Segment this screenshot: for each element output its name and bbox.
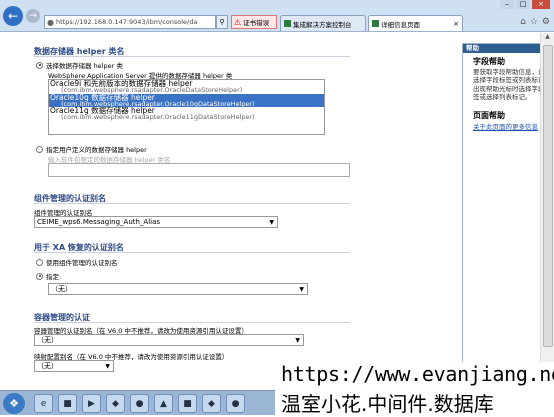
- tab-integrated-console[interactable]: 集成解决方案控制台: [280, 15, 366, 31]
- watermark-url: https://www.evanjiang.net: [281, 362, 554, 386]
- window-controls: – □ ×: [500, 0, 550, 9]
- cert-error-label: 证书错误: [243, 19, 270, 27]
- radio-button[interactable]: [36, 61, 43, 69]
- app-icon[interactable]: ◆: [202, 394, 221, 413]
- app-icon[interactable]: ●: [226, 394, 245, 413]
- select-value: CEIME_wps6.Messaging_Auth_Alias: [37, 218, 161, 226]
- app-icon[interactable]: ▲: [154, 394, 173, 413]
- explorer-icon[interactable]: ■: [58, 394, 77, 413]
- browser-titlebar: ← → ● https://192.168.0.147:9043/ibm/con…: [0, 0, 554, 32]
- watermark: https://www.evanjiang.net 温室小花.中间件.数据库: [275, 362, 554, 416]
- search-icon[interactable]: ⚲: [216, 15, 228, 29]
- main-content: 数据存储器 helper 类名 选择数据存储器 helper 类 WebSphe…: [28, 33, 350, 390]
- radio-button[interactable]: [36, 258, 43, 266]
- select-value: （无）: [51, 285, 72, 293]
- page-help-title: 页面帮助: [473, 111, 505, 121]
- maximize-icon[interactable]: □: [516, 0, 530, 9]
- tab-label: 详细信息页面: [381, 20, 420, 29]
- container-auth-select[interactable]: （无） ▼: [34, 334, 304, 346]
- home-icon[interactable]: ⌂: [520, 17, 526, 27]
- divider: [34, 203, 350, 204]
- scroll-thumb[interactable]: [543, 45, 553, 347]
- field-help-line: 选择字段标签或列表标记: [473, 76, 545, 85]
- field-help-line: 要获取字段帮助信息，请: [473, 68, 545, 76]
- tab-label: 集成解决方案控制台: [293, 20, 352, 29]
- chevron-down-icon: ▼: [295, 336, 300, 344]
- address-url: https://192.168.0.147:9043/ibm/console/d…: [55, 18, 198, 26]
- ie-icon[interactable]: e: [34, 394, 53, 413]
- back-arrow-icon[interactable]: ←: [3, 6, 23, 26]
- radio-custom-helper[interactable]: 指定用户定义的数据存储器 helper: [36, 144, 147, 154]
- browser-tool-icons: ⌂ ☆ ⚙: [520, 17, 550, 27]
- help-header: 帮助: [463, 44, 547, 53]
- chevron-down-icon: ▼: [269, 218, 274, 226]
- helper-class-listbox[interactable]: Oracle9i 和先前版本的数据存储器 helper (com.ibm.web…: [48, 79, 325, 135]
- radio-button[interactable]: [36, 272, 43, 280]
- forward-arrow-icon[interactable]: →: [26, 9, 40, 23]
- address-bar[interactable]: ● https://192.168.0.147:9043/ibm/console…: [44, 15, 216, 29]
- xa-auth-select[interactable]: （无） ▼: [48, 283, 308, 295]
- custom-helper-input[interactable]: [48, 163, 350, 177]
- radio-label: 指定:: [46, 273, 62, 281]
- shield-icon: ⚠: [234, 17, 242, 27]
- mapping-alias-select[interactable]: （无） ▼: [34, 360, 114, 372]
- tab-details-page[interactable]: 详细信息页面 ×: [368, 15, 463, 31]
- app-icon[interactable]: ■: [178, 394, 197, 413]
- close-tab-icon[interactable]: ×: [453, 20, 459, 28]
- cert-error-badge[interactable]: ⚠ 证书错误: [231, 15, 277, 29]
- radio-use-component-alias[interactable]: 使用组件管理的认证别名: [36, 257, 118, 267]
- app-icon[interactable]: ◆: [106, 394, 125, 413]
- vertical-scrollbar[interactable]: ▲ ▼: [540, 33, 554, 390]
- close-window-icon[interactable]: ×: [532, 0, 550, 9]
- radio-label: 指定用户定义的数据存储器 helper: [46, 146, 147, 154]
- list-item[interactable]: Oracle11g 数据存储器 helper (com.ibm.webspher…: [49, 107, 324, 121]
- tab-favicon-icon: [284, 20, 291, 27]
- divider: [34, 56, 350, 57]
- tab-favicon-icon: [372, 20, 379, 27]
- chevron-down-icon: ▼: [299, 285, 304, 293]
- radio-specify[interactable]: 指定:: [36, 271, 61, 281]
- app-icon[interactable]: ●: [130, 394, 149, 413]
- field-help-line: 出现帮助光标时选择字段: [473, 84, 545, 93]
- component-auth-select[interactable]: CEIME_wps6.Messaging_Auth_Alias ▼: [34, 216, 278, 228]
- help-panel: 帮助 字段帮助 要获取字段帮助信息，请 选择字段标签或列表标记 出现帮助光标时选…: [462, 43, 548, 383]
- minimize-icon[interactable]: –: [500, 0, 514, 9]
- radio-select-helper[interactable]: 选择数据存储器 helper 类: [36, 60, 123, 70]
- start-button[interactable]: ❖: [3, 393, 25, 414]
- watermark-text: 温室小花.中间件.数据库: [281, 392, 494, 416]
- favorites-icon[interactable]: ☆: [530, 17, 538, 27]
- list-item[interactable]: Oracle9i 和先前版本的数据存储器 helper (com.ibm.web…: [49, 80, 324, 94]
- select-value: （无）: [37, 336, 58, 344]
- select-value: （无）: [37, 362, 58, 370]
- field-help-line: 签或选择列表标记。: [473, 92, 532, 101]
- scroll-up-icon[interactable]: ▲: [541, 33, 554, 43]
- field-help-title: 字段帮助: [473, 57, 505, 66]
- media-icon[interactable]: ▶: [82, 394, 101, 413]
- page-viewport: 数据存储器 helper 类名 选择数据存储器 helper 类 WebSphe…: [0, 33, 554, 390]
- chevron-down-icon: ▼: [105, 362, 110, 370]
- page-icon: ●: [47, 17, 54, 27]
- gear-icon[interactable]: ⚙: [542, 17, 550, 27]
- divider: [34, 322, 350, 323]
- radio-label: 选择数据存储器 helper 类: [46, 62, 123, 70]
- page-help-link[interactable]: 关于此页面的更多信息: [463, 121, 547, 131]
- radio-label: 使用组件管理的认证别名: [46, 259, 118, 267]
- radio-button[interactable]: [36, 145, 43, 153]
- divider: [34, 252, 350, 253]
